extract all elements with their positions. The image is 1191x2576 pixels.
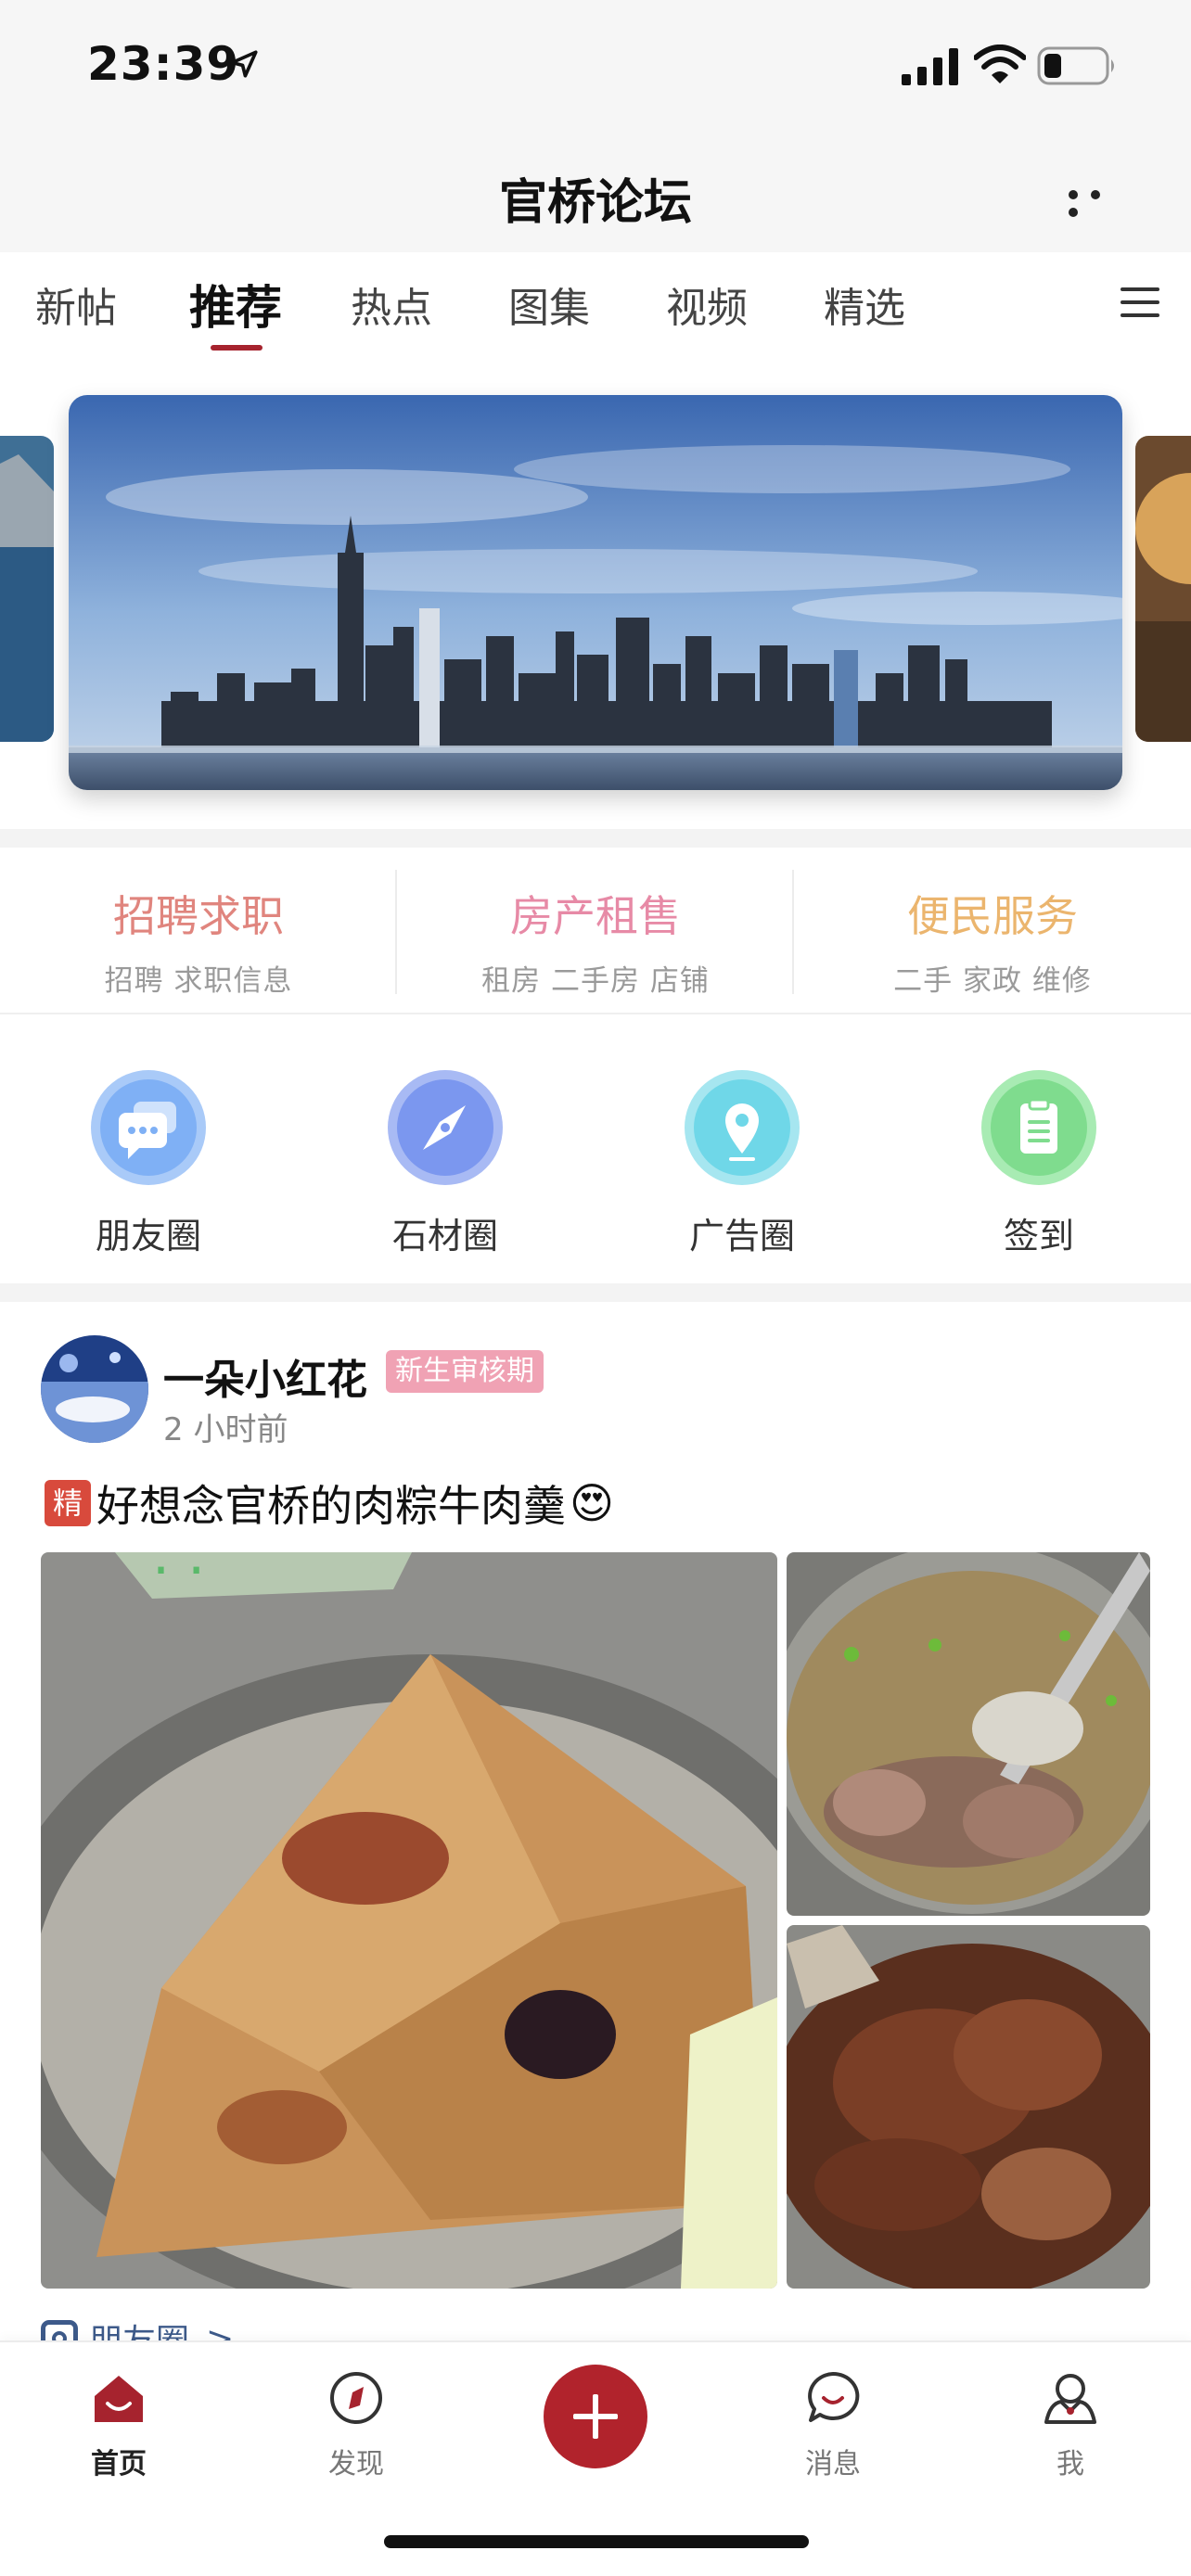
circle-checkin-label: 签到 xyxy=(1003,1216,1074,1256)
category-real-estate[interactable]: 房产租售 租房 二手房 店铺 xyxy=(397,848,794,1014)
post-time: 2 小时前 xyxy=(163,1411,288,1448)
category-shortcuts: 招聘求职 招聘 求职信息 房产租售 租房 二手房 店铺 便民服务 二手 家政 维… xyxy=(0,848,1191,1014)
post-photo-soup[interactable] xyxy=(787,1552,1150,1916)
circle-stone-label: 石材圈 xyxy=(391,1216,498,1256)
category-real-estate-title: 房产租售 xyxy=(510,891,681,941)
featured-tag: 精 xyxy=(45,1480,91,1526)
page-title: 官桥论坛 xyxy=(498,175,692,231)
section-divider xyxy=(0,829,1191,848)
discover-icon xyxy=(330,2372,382,2424)
circle-shortcuts: 朋友圈 石材圈 广告圈 签到 xyxy=(0,1016,1191,1283)
carousel-prev-slide[interactable] xyxy=(0,436,54,742)
circle-friends[interactable]: 朋友圈 xyxy=(0,1016,297,1258)
tab-messages[interactable]: 消息 xyxy=(759,2368,907,2481)
channel-tabs: 新帖 推荐 热点 图集 视频 精选 xyxy=(0,252,1191,354)
chat-bubbles-icon xyxy=(91,1070,206,1185)
tab-profile[interactable]: 我 xyxy=(996,2368,1145,2481)
post-photo-zongzi[interactable]: · · xyxy=(41,1552,777,2289)
post-title[interactable]: 精 好想念官桥的肉粽牛肉羹 😍 xyxy=(45,1473,614,1534)
author-name[interactable]: 一朵小红花 xyxy=(163,1346,367,1406)
category-services-subtitle: 二手 家政 维修 xyxy=(893,964,1092,998)
profile-icon xyxy=(1044,2374,1096,2424)
tab-home-label: 首页 xyxy=(91,2448,147,2480)
status-badge: 新生审核期 xyxy=(386,1350,544,1393)
category-real-estate-subtitle: 租房 二手房 店铺 xyxy=(481,964,710,998)
banner-image[interactable] xyxy=(69,395,1122,790)
tab-recommended[interactable]: 推荐 xyxy=(189,271,282,338)
circle-ads-label: 广告圈 xyxy=(688,1216,795,1256)
wifi-icon xyxy=(974,45,1026,83)
tab-featured[interactable]: 精选 xyxy=(824,274,905,334)
status-bar: 23:39 xyxy=(0,0,1191,139)
nav-bar: 官桥论坛 xyxy=(0,139,1191,252)
more-options-icon[interactable] xyxy=(1069,185,1124,217)
battery-icon xyxy=(1037,46,1114,85)
active-tab-indicator xyxy=(211,345,263,351)
tab-discover-label: 发现 xyxy=(328,2448,384,2480)
category-jobs-title: 招聘求职 xyxy=(113,891,284,941)
circle-stone[interactable]: 石材圈 xyxy=(297,1016,594,1258)
tab-home[interactable]: 首页 xyxy=(45,2368,193,2481)
plus-icon[interactable] xyxy=(544,2365,647,2468)
section-divider xyxy=(0,1283,1191,1302)
tab-video[interactable]: 视频 xyxy=(666,274,748,334)
location-arrow-icon xyxy=(230,50,258,78)
circle-ads[interactable]: 广告圈 xyxy=(594,1016,890,1258)
status-time: 23:39 xyxy=(87,37,240,91)
tab-messages-label: 消息 xyxy=(805,2448,861,2480)
avatar[interactable] xyxy=(41,1335,148,1443)
tab-discover[interactable]: 发现 xyxy=(282,2368,430,2481)
clipboard-icon xyxy=(981,1070,1096,1185)
post-photo-beef[interactable] xyxy=(787,1925,1150,2289)
carousel-next-slide[interactable] xyxy=(1135,436,1191,742)
category-services[interactable]: 便民服务 二手 家政 维修 xyxy=(794,848,1191,1014)
circle-checkin[interactable]: 签到 xyxy=(890,1016,1187,1258)
category-services-title: 便民服务 xyxy=(907,891,1078,941)
category-jobs-subtitle: 招聘 求职信息 xyxy=(104,964,293,998)
menu-icon[interactable] xyxy=(1121,287,1159,319)
cellular-signal-icon xyxy=(902,48,958,85)
post-title-text: 好想念官桥的肉粽牛肉羹 xyxy=(96,1481,566,1531)
tab-gallery[interactable]: 图集 xyxy=(508,274,590,334)
feed-post[interactable]: 一朵小红花 新生审核期 2 小时前 精 好想念官桥的肉粽牛肉羹 😍 · · > xyxy=(0,1302,1191,2361)
tab-hot[interactable]: 热点 xyxy=(351,274,432,334)
tab-new-posts[interactable]: 新帖 xyxy=(35,274,117,334)
message-icon xyxy=(808,2371,860,2422)
home-icon xyxy=(95,2376,143,2422)
location-pin-icon xyxy=(685,1070,800,1185)
compass-icon xyxy=(388,1070,503,1185)
tab-profile-label: 我 xyxy=(1057,2448,1084,2480)
category-jobs[interactable]: 招聘求职 招聘 求职信息 xyxy=(0,848,397,1014)
heart-eyes-emoji: 😍 xyxy=(570,1478,614,1528)
circle-friends-label: 朋友圈 xyxy=(95,1216,201,1256)
home-indicator[interactable] xyxy=(384,2535,809,2548)
svg-text:· ·: · · xyxy=(152,1552,205,1603)
banner-carousel[interactable] xyxy=(0,354,1191,829)
